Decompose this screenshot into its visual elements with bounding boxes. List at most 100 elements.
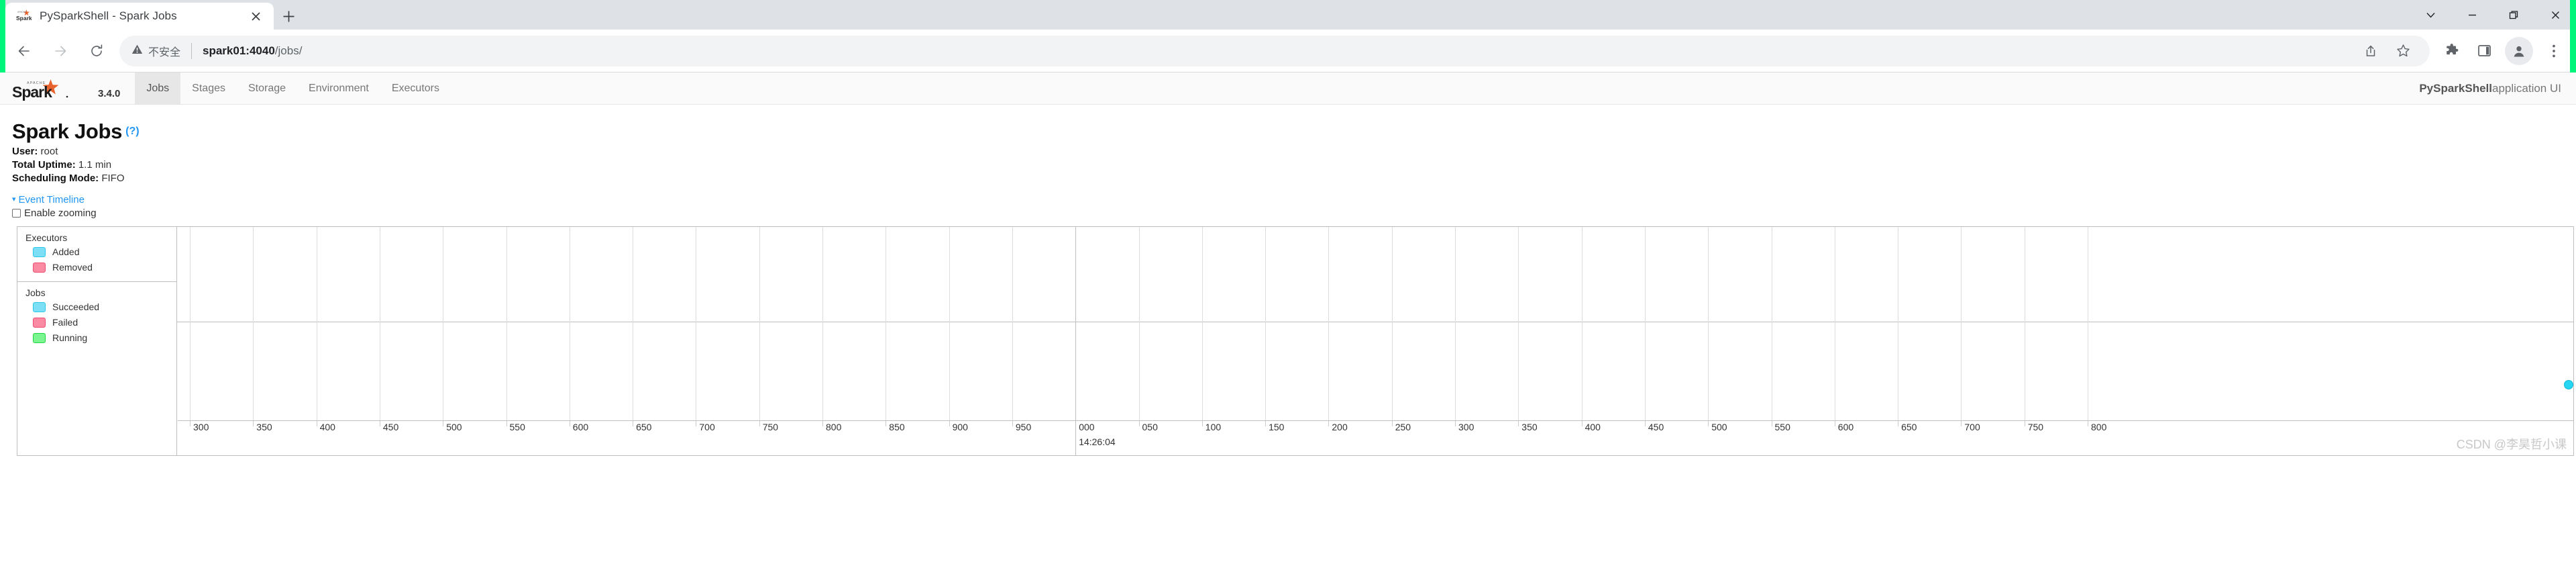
timeline-gridline	[1518, 227, 1519, 421]
browser-address-row: 不安全 spark01:4040/jobs/	[0, 30, 2576, 73]
share-icon[interactable]	[2356, 36, 2385, 66]
back-arrow-icon[interactable]	[7, 34, 42, 68]
profile-avatar-icon[interactable]	[2505, 36, 2533, 65]
enable-zooming-label: Enable zooming	[24, 207, 97, 219]
axis-tick-label: 550	[1774, 422, 1790, 432]
swatch-added-icon	[33, 246, 46, 257]
legend-item-job-running[interactable]: Running	[33, 332, 176, 343]
legend-group-title: Jobs	[25, 287, 46, 298]
event-timeline-chart[interactable]: Executors Added Removed Jobs Succeeded F…	[17, 226, 2574, 456]
timeline-axis: 300 350 400 450 500 550 600 650 700 750 800 850 900 9…	[126, 420, 2573, 456]
legend-label: Succeeded	[52, 301, 100, 312]
timeline-gridline	[190, 227, 191, 421]
meta-total-uptime: Total Uptime: 1.1 min	[12, 159, 2576, 171]
spark-favicon-icon: Spark APACHE	[15, 7, 32, 25]
spark-brand[interactable]: APACHE Spark 3.4.0	[0, 73, 135, 104]
timeline-gridline	[1012, 227, 1013, 421]
event-timeline-toggle[interactable]: ▾ Event Timeline	[12, 194, 85, 205]
new-tab-button[interactable]	[274, 3, 303, 30]
address-bar-url: spark01:4040/jobs/	[203, 44, 302, 58]
caret-down-icon: ▾	[12, 195, 16, 203]
nav-tab-environment[interactable]: Environment	[297, 73, 380, 104]
axis-tick-label: 600	[1837, 422, 1854, 432]
executor-added-dot-icon	[2564, 380, 2573, 389]
legend-item-executor-removed[interactable]: Removed	[33, 262, 176, 273]
legend-item-executor-added[interactable]: Added	[33, 246, 176, 257]
timeline-gridline	[1328, 227, 1330, 421]
enable-zooming-checkbox[interactable]	[12, 209, 21, 218]
axis-tick-label: 400	[1585, 422, 1601, 432]
event-timeline-label: Event Timeline	[18, 194, 85, 205]
axis-tick-label: 350	[256, 422, 272, 432]
not-secure-indicator[interactable]: 不安全	[131, 43, 180, 59]
timeline-gridline	[1644, 227, 1646, 421]
apache-spark-logo-icon: APACHE Spark	[12, 79, 91, 101]
browser-tab-strip: Spark APACHE PySparkShell - Spark Jobs	[0, 0, 2576, 30]
enable-zooming-row[interactable]: Enable zooming	[12, 207, 2576, 219]
executor-added-marker[interactable]	[2564, 380, 2573, 391]
reload-icon[interactable]	[79, 34, 114, 68]
timeline-gridline	[1455, 227, 1456, 421]
legend-item-job-failed[interactable]: Failed	[33, 317, 176, 328]
axis-tick-label: 050	[1142, 422, 1158, 432]
axis-time-label: 14:26:04	[1079, 436, 1116, 447]
timeline-gridline	[1138, 227, 1140, 421]
timeline-gridline	[949, 227, 950, 421]
swatch-succeeded-icon	[33, 301, 46, 312]
bookmark-star-icon[interactable]	[2388, 36, 2418, 66]
page-title: Spark Jobs	[12, 120, 123, 143]
forward-arrow-icon[interactable]	[43, 34, 78, 68]
timeline-gridline	[1391, 227, 1393, 421]
nav-tab-storage[interactable]: Storage	[237, 73, 297, 104]
meta-user-label: User:	[12, 146, 38, 157]
omnibox-actions	[2356, 36, 2418, 66]
url-path: /jobs/	[274, 44, 303, 57]
page-title-row: Spark Jobs (?)	[12, 120, 2576, 144]
timeline-legend-panel: Executors Added Removed Jobs Succeeded F…	[17, 227, 177, 455]
axis-tick-label: 300	[1458, 422, 1474, 432]
omnibox-divider	[191, 42, 193, 59]
url-host: spark01:4040	[203, 44, 275, 57]
not-secure-warning-icon	[131, 44, 143, 58]
not-secure-label: 不安全	[148, 46, 181, 58]
minimize-icon[interactable]	[2451, 0, 2493, 30]
axis-tick-label: 700	[1964, 422, 1980, 432]
timeline-gridline	[822, 227, 823, 421]
axis-tick-label: 450	[382, 422, 399, 432]
nav-tab-stages[interactable]: Stages	[180, 73, 237, 104]
extensions-puzzle-icon[interactable]	[2436, 34, 2467, 68]
legend-label: Removed	[52, 262, 93, 273]
side-panel-icon[interactable]	[2469, 34, 2500, 68]
nav-tab-jobs[interactable]: Jobs	[135, 73, 181, 104]
timeline-gridline	[1201, 227, 1203, 421]
close-icon[interactable]	[247, 7, 264, 25]
swatch-running-icon	[33, 332, 46, 343]
timeline-major-gridline	[1075, 227, 1077, 421]
axis-tick-label: 650	[1901, 422, 1917, 432]
page-title-help-link[interactable]: (?)	[125, 126, 139, 137]
screenshot-edge-artifact	[0, 0, 5, 73]
axis-tick-label: 700	[699, 422, 715, 432]
axis-tick-label: 350	[1521, 422, 1538, 432]
chevron-down-icon[interactable]	[2410, 0, 2451, 30]
nav-tab-executors[interactable]: Executors	[380, 73, 451, 104]
meta-scheduling-label: Scheduling Mode:	[12, 173, 99, 184]
legend-item-job-succeeded[interactable]: Succeeded	[33, 301, 176, 312]
axis-tick-label: 800	[2091, 422, 2107, 432]
address-bar[interactable]: 不安全 spark01:4040/jobs/	[119, 35, 2430, 66]
legend-label: Added	[52, 246, 80, 257]
axis-tick-label: 100	[1205, 422, 1222, 432]
browser-chrome: Spark APACHE PySparkShell - Spark Jobs 不…	[0, 0, 2576, 73]
axis-tick-label: 550	[509, 422, 525, 432]
swatch-failed-icon	[33, 317, 46, 328]
three-dot-menu-icon[interactable]	[2538, 34, 2569, 68]
timeline-gridline	[759, 227, 760, 421]
spark-web-ui: APACHE Spark 3.4.0 Jobs Stages Storage E…	[0, 73, 2576, 456]
axis-tick-label: 500	[446, 422, 462, 432]
timeline-gridline	[1265, 227, 1267, 421]
restore-icon[interactable]	[2493, 0, 2534, 30]
browser-tab[interactable]: Spark APACHE PySparkShell - Spark Jobs	[5, 3, 274, 30]
axis-tick-label: 400	[319, 422, 335, 432]
svg-text:APACHE: APACHE	[17, 11, 27, 13]
timeline-gridline	[1708, 227, 1709, 421]
